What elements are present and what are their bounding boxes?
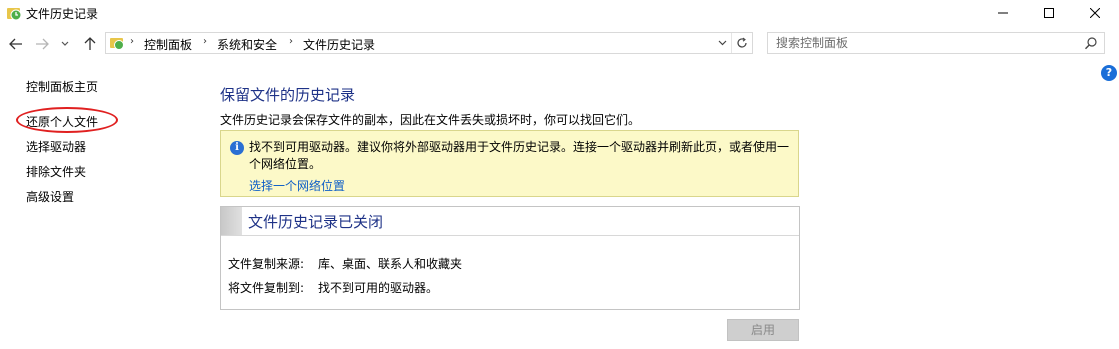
- highlight-annotation-oval: [16, 107, 118, 133]
- refresh-button[interactable]: [731, 33, 752, 53]
- page-title: 保留文件的历史记录: [220, 86, 356, 104]
- refresh-icon: [737, 37, 747, 48]
- breadcrumb-chevron-icon: ›: [203, 36, 207, 47]
- select-network-location-link[interactable]: 选择一个网络位置: [249, 177, 345, 194]
- forward-arrow-icon: [36, 38, 49, 50]
- copy-target-value: 找不到可用的驱动器。: [318, 281, 439, 295]
- address-dropdown-button[interactable]: [714, 33, 730, 53]
- page-description: 文件历史记录会保存文件的副本，因此在文件丢失或损坏时，你可以找回它们。: [220, 113, 641, 127]
- search-input[interactable]: [776, 35, 1066, 51]
- breadcrumb-control-panel[interactable]: 控制面板: [144, 36, 192, 53]
- status-title: 文件历史记录已关闭: [248, 213, 384, 231]
- search-icon[interactable]: [1084, 36, 1098, 50]
- copy-source-label: 文件复制来源:: [228, 257, 305, 271]
- control-panel-icon: [110, 38, 124, 50]
- close-button[interactable]: [1072, 0, 1118, 26]
- status-header: 文件历史记录已关闭: [221, 207, 799, 236]
- copy-source-value: 库、桌面、联系人和收藏夹: [318, 257, 463, 271]
- warning-banner: i 找不到可用驱动器。建议你将外部驱动器用于文件历史记录。连接一个驱动器并刷新此…: [220, 130, 799, 197]
- help-icon[interactable]: ?: [1101, 65, 1117, 81]
- maximize-button[interactable]: [1026, 0, 1072, 26]
- sidebar-item-exclude-folders[interactable]: 排除文件夹: [26, 163, 86, 180]
- up-button[interactable]: [80, 34, 100, 54]
- status-indicator-bar: [221, 207, 242, 235]
- back-arrow-icon: [9, 38, 22, 50]
- sidebar-item-control-panel-home[interactable]: 控制面板主页: [26, 78, 98, 95]
- breadcrumb-chevron-icon: ›: [289, 36, 293, 47]
- copy-target-label: 将文件复制到:: [228, 281, 305, 295]
- chevron-down-icon: [718, 40, 726, 46]
- up-arrow-icon: [84, 37, 96, 50]
- enable-button[interactable]: 启用: [727, 319, 799, 341]
- window-title: 文件历史记录: [26, 7, 99, 21]
- warning-text: 找不到可用驱动器。建议你将外部驱动器用于文件历史记录。连接一个驱动器并刷新此页，…: [249, 140, 790, 171]
- breadcrumb-system-security[interactable]: 系统和安全: [217, 36, 277, 53]
- address-bar[interactable]: › 控制面板 › 系统和安全 › 文件历史记录: [105, 32, 753, 54]
- recent-locations-button[interactable]: [58, 34, 72, 54]
- close-icon: [1090, 8, 1100, 18]
- sidebar-item-advanced-settings[interactable]: 高级设置: [26, 188, 74, 205]
- status-panel: 文件历史记录已关闭 文件复制来源: 库、桌面、联系人和收藏夹 将文件复制到: 找…: [220, 206, 800, 310]
- minimize-button[interactable]: [980, 0, 1026, 26]
- minimize-icon: [998, 12, 1008, 14]
- search-box[interactable]: [767, 32, 1105, 54]
- info-icon: i: [230, 141, 244, 155]
- maximize-icon: [1044, 8, 1054, 18]
- forward-button[interactable]: [32, 34, 52, 54]
- sidebar-item-select-drive[interactable]: 选择驱动器: [26, 138, 86, 155]
- title-bar: 文件历史记录: [0, 0, 1119, 26]
- file-history-app-icon: [7, 8, 22, 21]
- breadcrumb-chevron-icon: ›: [130, 36, 134, 47]
- back-button[interactable]: [6, 34, 26, 54]
- breadcrumb-file-history[interactable]: 文件历史记录: [303, 36, 375, 53]
- chevron-down-icon: [61, 41, 69, 46]
